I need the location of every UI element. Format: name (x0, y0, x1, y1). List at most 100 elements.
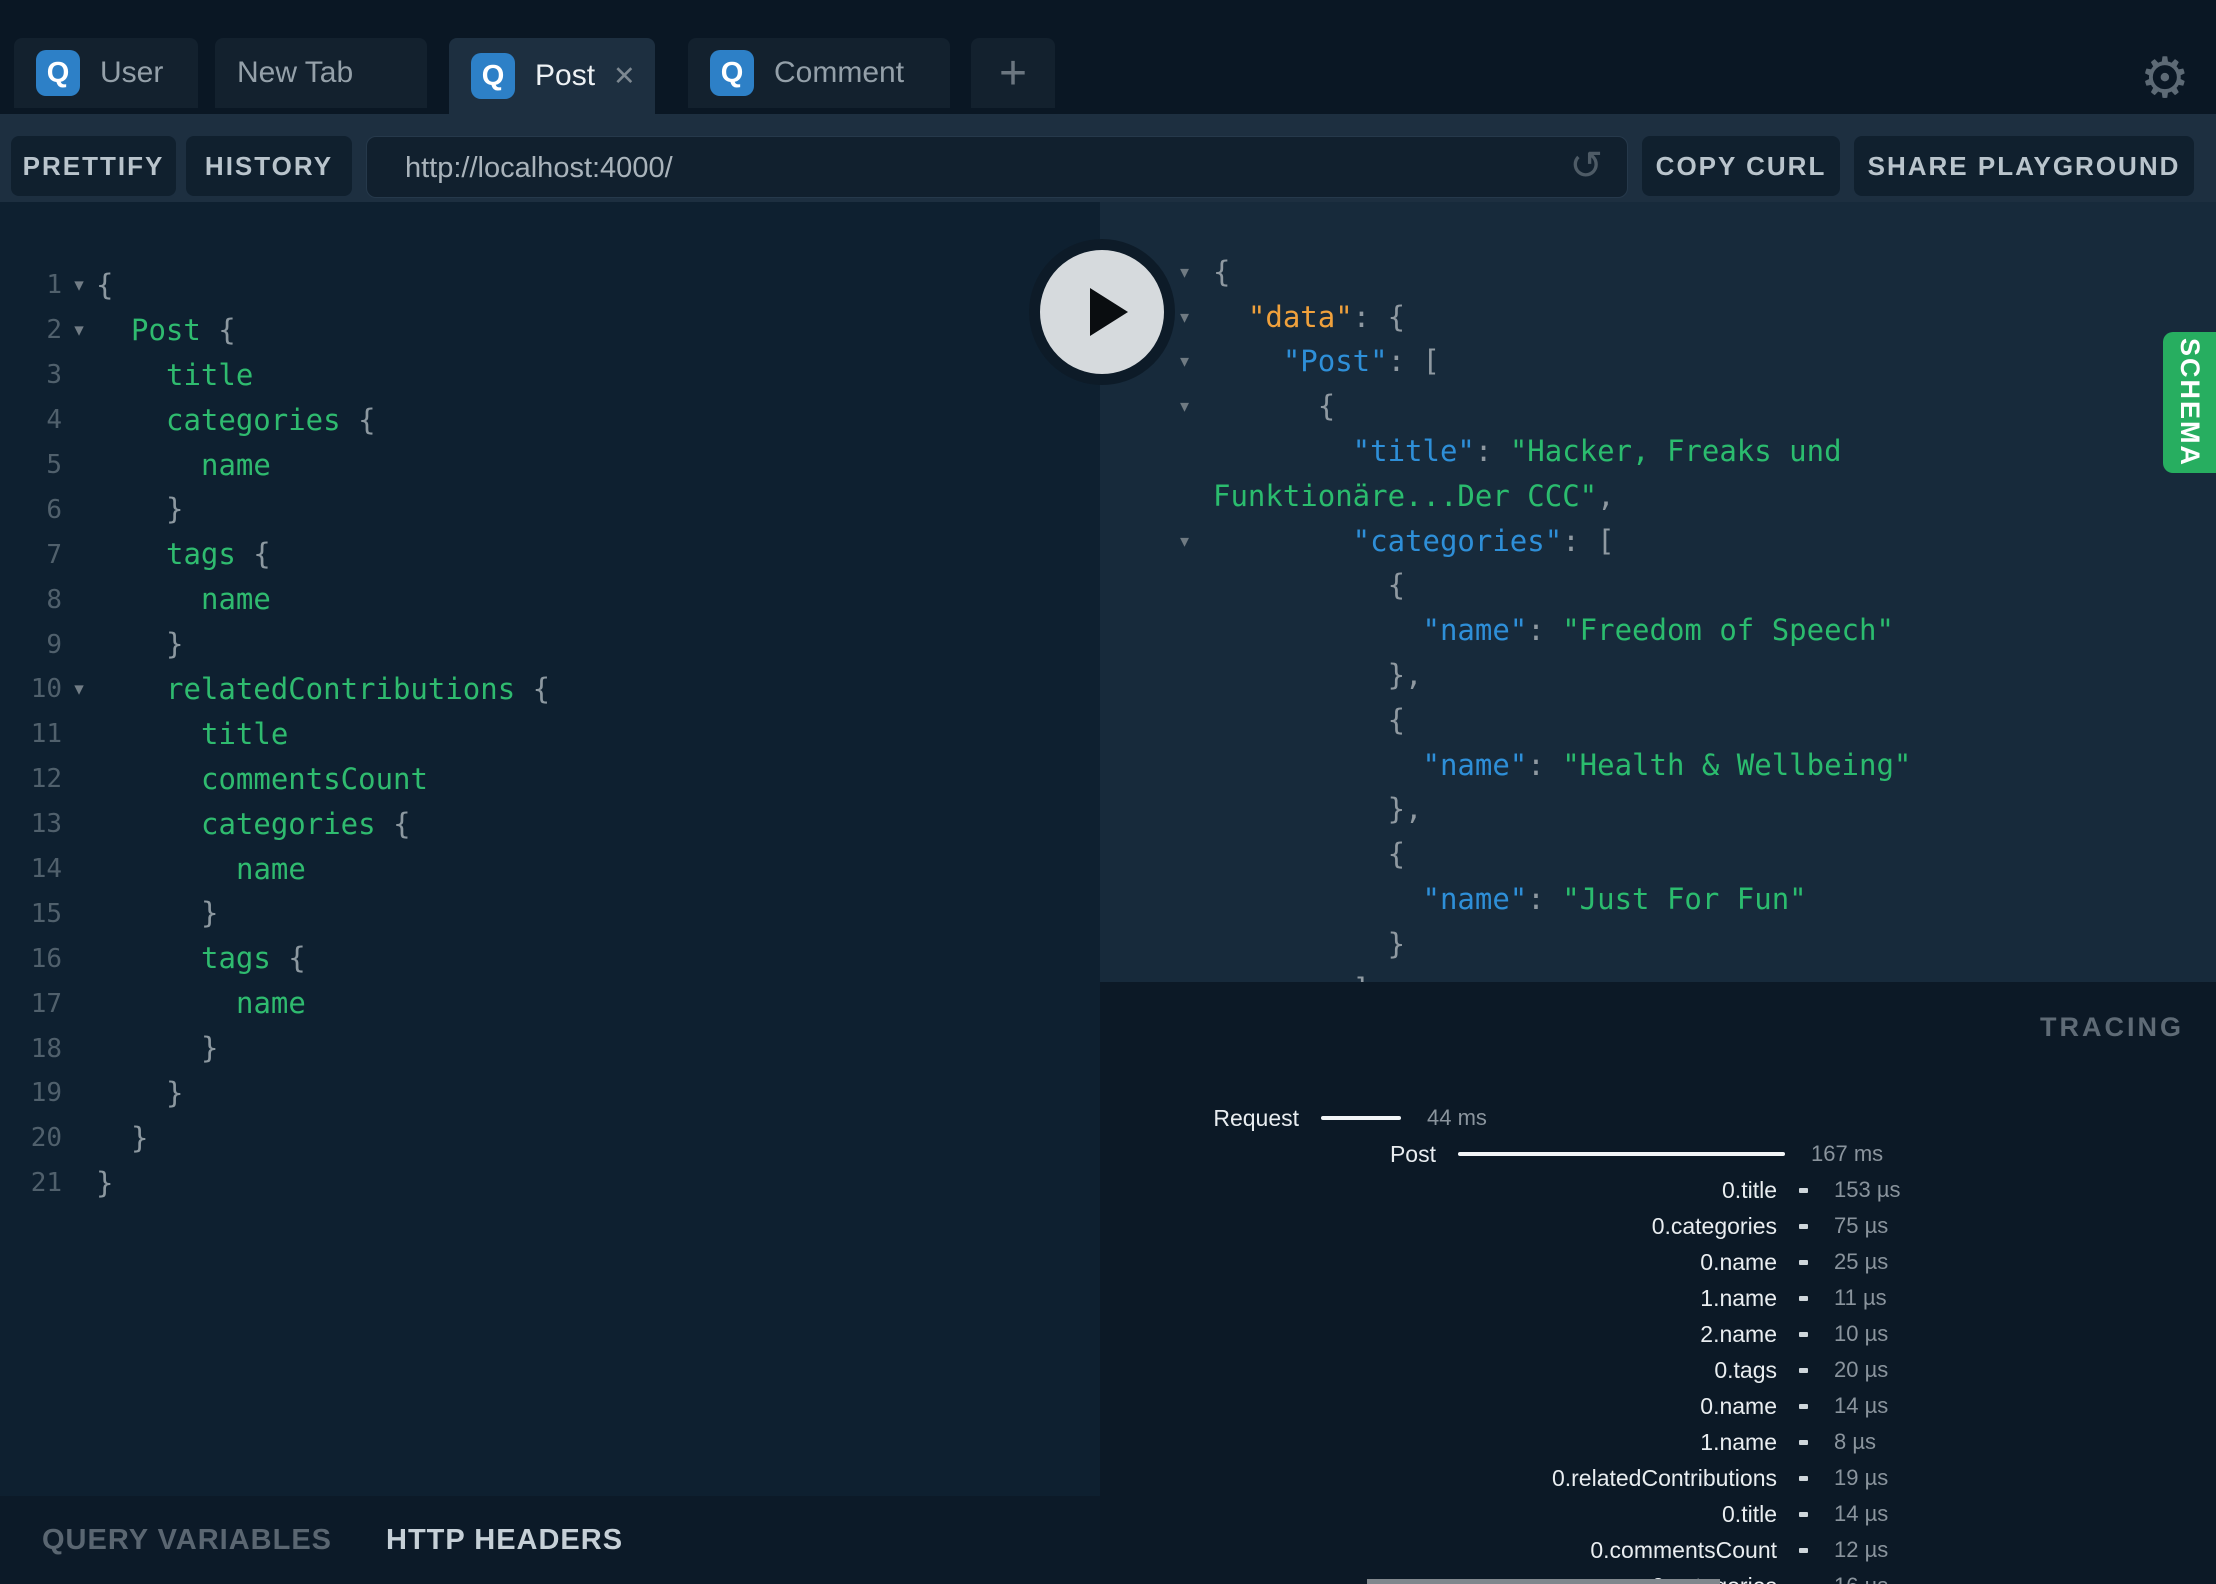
tracing-row: 0.categories 75 µs (1100, 1208, 2216, 1244)
query-line: 5 name (0, 443, 1100, 488)
field-token: Post (131, 312, 201, 347)
tracing-duration-dash (1799, 1331, 1808, 1337)
new-tab-button[interactable]: + (971, 38, 1055, 108)
tracing-time: 14 µs (1834, 1501, 1889, 1526)
endpoint-url-input[interactable] (403, 137, 1557, 199)
share-playground-button[interactable]: SHARE PLAYGROUND (1854, 136, 2194, 196)
field-token: name (201, 582, 271, 617)
query-line: 4 categories { (0, 398, 1100, 443)
editor-footer: QUERY VARIABLES HTTP HEADERS (0, 1496, 1100, 1584)
collapse-arrow-icon[interactable]: ▾ (1100, 531, 1213, 552)
field-token: categories (166, 402, 341, 437)
tab-label: New Tab (237, 56, 354, 89)
line-number: 9 (46, 629, 62, 660)
tracing-row: 0.name 14 µs (1100, 1388, 2216, 1424)
tab-label: Post (535, 59, 596, 92)
tab-post[interactable]: Q Post ✕ (449, 38, 655, 114)
punct-token: { (200, 312, 236, 347)
query-code: categories { (96, 402, 376, 437)
reload-schema-icon[interactable]: ↺ (1569, 143, 1603, 189)
tracing-duration-dash (1799, 1259, 1808, 1265)
query-line: 1 ▾{ (0, 263, 1100, 308)
tracing-label: Request (1213, 1104, 1299, 1131)
query-editor[interactable]: 1 ▾{2 ▾ Post {3 title 4 categories {5 name 6} 7 ta… (0, 202, 1100, 1496)
fold-arrow-icon[interactable]: ▾ (62, 319, 96, 342)
history-button[interactable]: HISTORY (186, 136, 352, 196)
json-token: : [ (1562, 523, 1615, 558)
tracing-duration-dash (1799, 1295, 1808, 1301)
line-number: 5 (46, 450, 62, 480)
field-token: name (201, 447, 271, 482)
tracing-row: 0.title 153 µs (1100, 1172, 2216, 1208)
query-line: 3 title (0, 353, 1100, 398)
tab-label: Comment (774, 56, 905, 89)
query-variables-toggle[interactable]: QUERY VARIABLES (42, 1524, 332, 1557)
line-number: 15 (30, 898, 62, 929)
response-line: { (1100, 832, 2216, 877)
tracing-row: 1.name 8 µs (1100, 1424, 2216, 1460)
tracing-label: 0.commentsCount (1590, 1536, 1777, 1563)
tracing-duration-bar (1321, 1116, 1401, 1120)
query-code: categories { (96, 806, 411, 841)
query-line: 18} (0, 1026, 1100, 1071)
close-tab-icon[interactable]: ✕ (613, 61, 636, 92)
query-code: } (96, 1034, 218, 1063)
json-token: "name" (1213, 882, 1528, 917)
line-number: 1 (46, 270, 62, 301)
tracing-time: 75 µs (1834, 1213, 1889, 1238)
response-code: "categories": [ (1213, 523, 1615, 558)
tracing-title[interactable]: TRACING (2040, 1012, 2184, 1043)
tracing-label: 2.name (1700, 1320, 1777, 1347)
response-code: "name": "Health & Wellbeing" (1213, 750, 1912, 780)
tracing-label: 0.title (1722, 1176, 1777, 1203)
tracing-duration-dash (1799, 1547, 1808, 1553)
tracing-time: 20 µs (1834, 1357, 1889, 1382)
endpoint-url-box: ↺ (366, 136, 1628, 199)
tracing-time: 153 µs (1834, 1177, 1901, 1202)
response-line: "name": "Just For Fun" (1100, 877, 2216, 922)
punct-token: { (235, 537, 271, 572)
tracing-label: 0.name (1700, 1248, 1777, 1275)
tab-comment[interactable]: Q Comment (688, 38, 950, 108)
field-token: title (201, 716, 289, 751)
response-line: "title": "Hacker, Freaks und (1100, 429, 2216, 474)
http-headers-toggle[interactable]: HTTP HEADERS (386, 1524, 623, 1557)
query-code: name (96, 989, 306, 1018)
tracing-label: 0.relatedContributions (1551, 1464, 1777, 1491)
tab-new-tab[interactable]: New Tab (215, 38, 427, 108)
fold-arrow-icon[interactable]: ▾ (62, 274, 96, 297)
json-token: { (1213, 389, 1336, 424)
field-token: tags (166, 537, 236, 572)
schema-tab[interactable]: SCHEMA (2163, 332, 2216, 473)
query-badge-icon: Q (36, 50, 80, 96)
prettify-button[interactable]: PRETTIFY (11, 136, 176, 196)
punct-token: } (96, 1165, 114, 1200)
line-number: 8 (46, 584, 62, 615)
execute-query-button[interactable] (1029, 239, 1175, 385)
tracing-time: 10 µs (1834, 1321, 1889, 1346)
query-code: name (96, 585, 271, 614)
copy-curl-button[interactable]: COPY CURL (1642, 136, 1840, 196)
punct-token: } (166, 492, 184, 527)
json-token: : { (1352, 299, 1406, 334)
query-line: 21} (0, 1161, 1100, 1206)
tracing-time: 19 µs (1834, 1465, 1889, 1490)
query-line: 6} (0, 487, 1100, 532)
query-code: commentsCount (96, 764, 428, 794)
punct-token: { (375, 806, 411, 841)
query-line: 17 name (0, 981, 1100, 1026)
fold-arrow-icon[interactable]: ▾ (62, 678, 96, 701)
collapse-arrow-icon[interactable]: ▾ (1100, 396, 1213, 417)
query-line: 20} (0, 1116, 1100, 1161)
tracing-label: 1.name (1700, 1428, 1777, 1455)
schema-tab-label: SCHEMA (2175, 337, 2205, 467)
tab-user[interactable]: Q User (14, 38, 198, 108)
query-code: title (96, 360, 253, 390)
tracing-scrollbar[interactable] (1367, 1579, 1720, 1584)
response-line: ▾{ (1100, 250, 2216, 295)
line-number: 11 (30, 719, 62, 750)
line-number: 3 (46, 360, 62, 391)
query-code: { (96, 270, 113, 300)
settings-gear-icon[interactable]: ⚙ (2140, 46, 2190, 111)
response-line: }, (1100, 788, 2216, 833)
